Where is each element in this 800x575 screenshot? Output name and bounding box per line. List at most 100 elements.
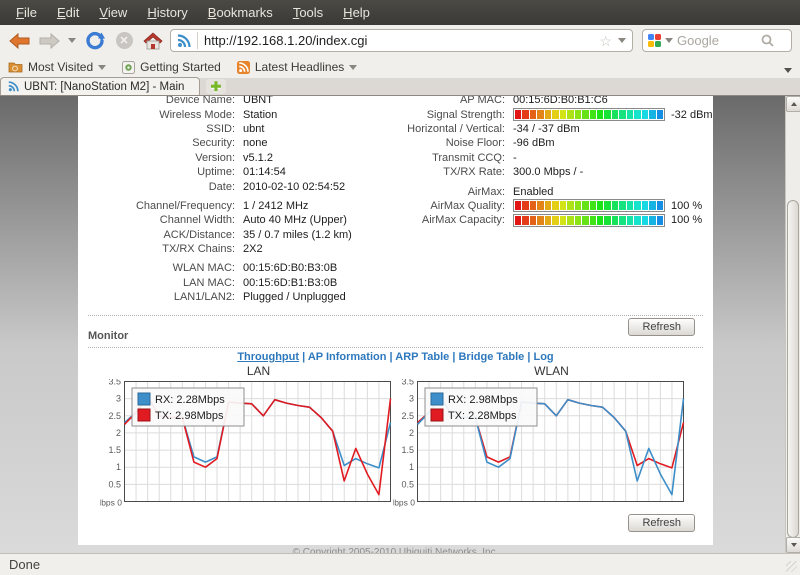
- forward-button[interactable]: [37, 29, 61, 53]
- new-tab-button[interactable]: ✚: [206, 79, 226, 94]
- signal-bar-segment: [657, 110, 663, 119]
- tab-bar: UBNT: [NanoStation M2] - Main ✚: [0, 78, 800, 96]
- menu-history[interactable]: History: [137, 1, 197, 24]
- menu-view[interactable]: View: [89, 1, 137, 24]
- status-row: LAN1/LAN2:Plugged / Unplugged: [88, 290, 403, 304]
- scroll-down-button[interactable]: [786, 537, 800, 553]
- monitor-link-arp-table[interactable]: ARP Table: [395, 351, 449, 363]
- status-value: Plugged / Unplugged: [243, 291, 346, 303]
- signal-bar-segment: [522, 201, 528, 210]
- signal-bar-segment: [649, 216, 655, 225]
- status-row: Channel/Frequency:1 / 2412 MHz: [88, 199, 403, 213]
- url-dropdown-icon[interactable]: [618, 38, 626, 43]
- menu-edit[interactable]: Edit: [47, 1, 89, 24]
- legend-label-rx: RX: 2.98Mbps: [448, 394, 518, 406]
- svg-text:2: 2: [409, 428, 414, 438]
- bookmark-getting-started[interactable]: Getting Started: [122, 60, 221, 74]
- signal-bar-segment: [642, 110, 648, 119]
- svg-text:3.5: 3.5: [108, 379, 121, 387]
- search-icon[interactable]: [761, 34, 774, 47]
- legend-label-tx: TX: 2.28Mbps: [448, 410, 517, 422]
- menu-bookmarks[interactable]: Bookmarks: [198, 1, 283, 24]
- signal-bar-segment: [590, 110, 596, 119]
- bookmark-label: Getting Started: [140, 60, 221, 74]
- url-text[interactable]: http://192.168.1.20/index.cgi: [204, 33, 593, 48]
- page-viewport: Device Name:UBNTWireless Mode:StationSSI…: [0, 96, 800, 553]
- signal-bar-segment: [619, 201, 625, 210]
- status-value: UBNT: [243, 96, 273, 106]
- browser-window: File Edit View History Bookmarks Tools H…: [0, 0, 800, 575]
- status-row: Version:v5.1.2: [88, 151, 403, 165]
- status-value: 35 / 0.7 miles (1.2 km): [243, 229, 352, 241]
- status-value: ubnt: [243, 123, 264, 135]
- status-row: Wireless Mode:Station: [88, 107, 403, 121]
- signal-bar-segment: [522, 110, 528, 119]
- list-all-tabs-button[interactable]: [784, 73, 792, 91]
- svg-text:Mbps 0: Mbps 0: [100, 498, 122, 508]
- status-value: 2X2: [243, 243, 263, 255]
- menu-help[interactable]: Help: [333, 1, 380, 24]
- search-engine-dropdown-icon[interactable]: [665, 38, 673, 43]
- monitor-link-throughput[interactable]: Throughput: [237, 351, 299, 363]
- signal-bar-segment: [560, 110, 566, 119]
- bookmark-label: Most Visited: [28, 60, 93, 74]
- status-row: LAN MAC:00:15:6D:B1:B3:0B: [88, 276, 403, 290]
- signal-bar-segment: [567, 201, 573, 210]
- refresh-button-monitor[interactable]: Refresh: [628, 514, 695, 532]
- status-value-text: 00:15:6D:B0:B1:C6: [513, 96, 608, 106]
- signal-bar-segment: [612, 216, 618, 225]
- svg-text:3.5: 3.5: [401, 379, 414, 387]
- signal-bar-segment: [597, 201, 603, 210]
- signal-bar-segment: [627, 216, 633, 225]
- monitor-link-bridge-table[interactable]: Bridge Table: [458, 351, 524, 363]
- status-label: Version:: [88, 152, 235, 164]
- monitor-link-ap-information[interactable]: AP Information: [308, 351, 387, 363]
- signal-bar-segment: [560, 201, 566, 210]
- vertical-scrollbar[interactable]: [785, 96, 800, 553]
- svg-text:2: 2: [116, 428, 121, 438]
- signal-bar-segment: [590, 216, 596, 225]
- resize-grip[interactable]: [786, 561, 797, 572]
- menu-file[interactable]: File: [6, 1, 47, 24]
- bookmark-star-icon[interactable]: ☆: [599, 34, 612, 48]
- signal-bar-segment: [575, 201, 581, 210]
- scroll-up-button[interactable]: [786, 96, 800, 112]
- back-button[interactable]: [8, 29, 32, 53]
- status-label: Channel Width:: [88, 214, 235, 226]
- bookmark-most-visited[interactable]: Most Visited: [8, 60, 106, 74]
- home-button[interactable]: [141, 29, 165, 53]
- menu-tools[interactable]: Tools: [283, 1, 333, 24]
- monitor-link-log[interactable]: Log: [533, 351, 553, 363]
- status-label: Transmit CCQ:: [405, 152, 505, 164]
- status-value-text: none: [243, 137, 267, 149]
- chevron-down-icon: [784, 68, 792, 90]
- refresh-button-status[interactable]: Refresh: [628, 318, 695, 336]
- status-row: AirMax Quality:100 %: [405, 199, 710, 213]
- reload-button[interactable]: [83, 29, 107, 53]
- status-label: WLAN MAC:: [88, 262, 235, 274]
- signal-bar-segment: [604, 216, 610, 225]
- signal-bar-segment: [604, 110, 610, 119]
- search-input[interactable]: [677, 33, 757, 48]
- status-label: Date:: [88, 181, 235, 193]
- back-forward-dropdown[interactable]: [66, 29, 78, 53]
- status-value-text: -34 / -37 dBm: [513, 123, 580, 135]
- svg-text:1: 1: [409, 462, 414, 472]
- stop-button[interactable]: ✕: [112, 29, 136, 53]
- bookmark-latest-headlines[interactable]: Latest Headlines: [237, 60, 357, 74]
- status-value-text: 00:15:6D:B1:B3:0B: [243, 277, 337, 289]
- signal-bar-segment: [649, 201, 655, 210]
- status-label: Horizontal / Vertical:: [405, 123, 505, 135]
- separator: [88, 315, 703, 316]
- search-box[interactable]: [642, 29, 792, 52]
- status-row: AirMax:Enabled: [405, 184, 710, 198]
- status-label: ACK/Distance:: [88, 229, 235, 241]
- scrollbar-thumb[interactable]: [787, 200, 799, 538]
- signal-bar-segment: [515, 216, 521, 225]
- signal-bar-segment: [515, 110, 521, 119]
- url-bar[interactable]: http://192.168.1.20/index.cgi ☆: [170, 29, 633, 52]
- signal-bar-segment: [530, 110, 536, 119]
- bookmarks-toolbar: Most Visited Getting Started Latest Head…: [0, 56, 800, 78]
- tab-ubnt-main[interactable]: UBNT: [NanoStation M2] - Main: [0, 77, 200, 95]
- arrow-down-icon: [791, 543, 797, 547]
